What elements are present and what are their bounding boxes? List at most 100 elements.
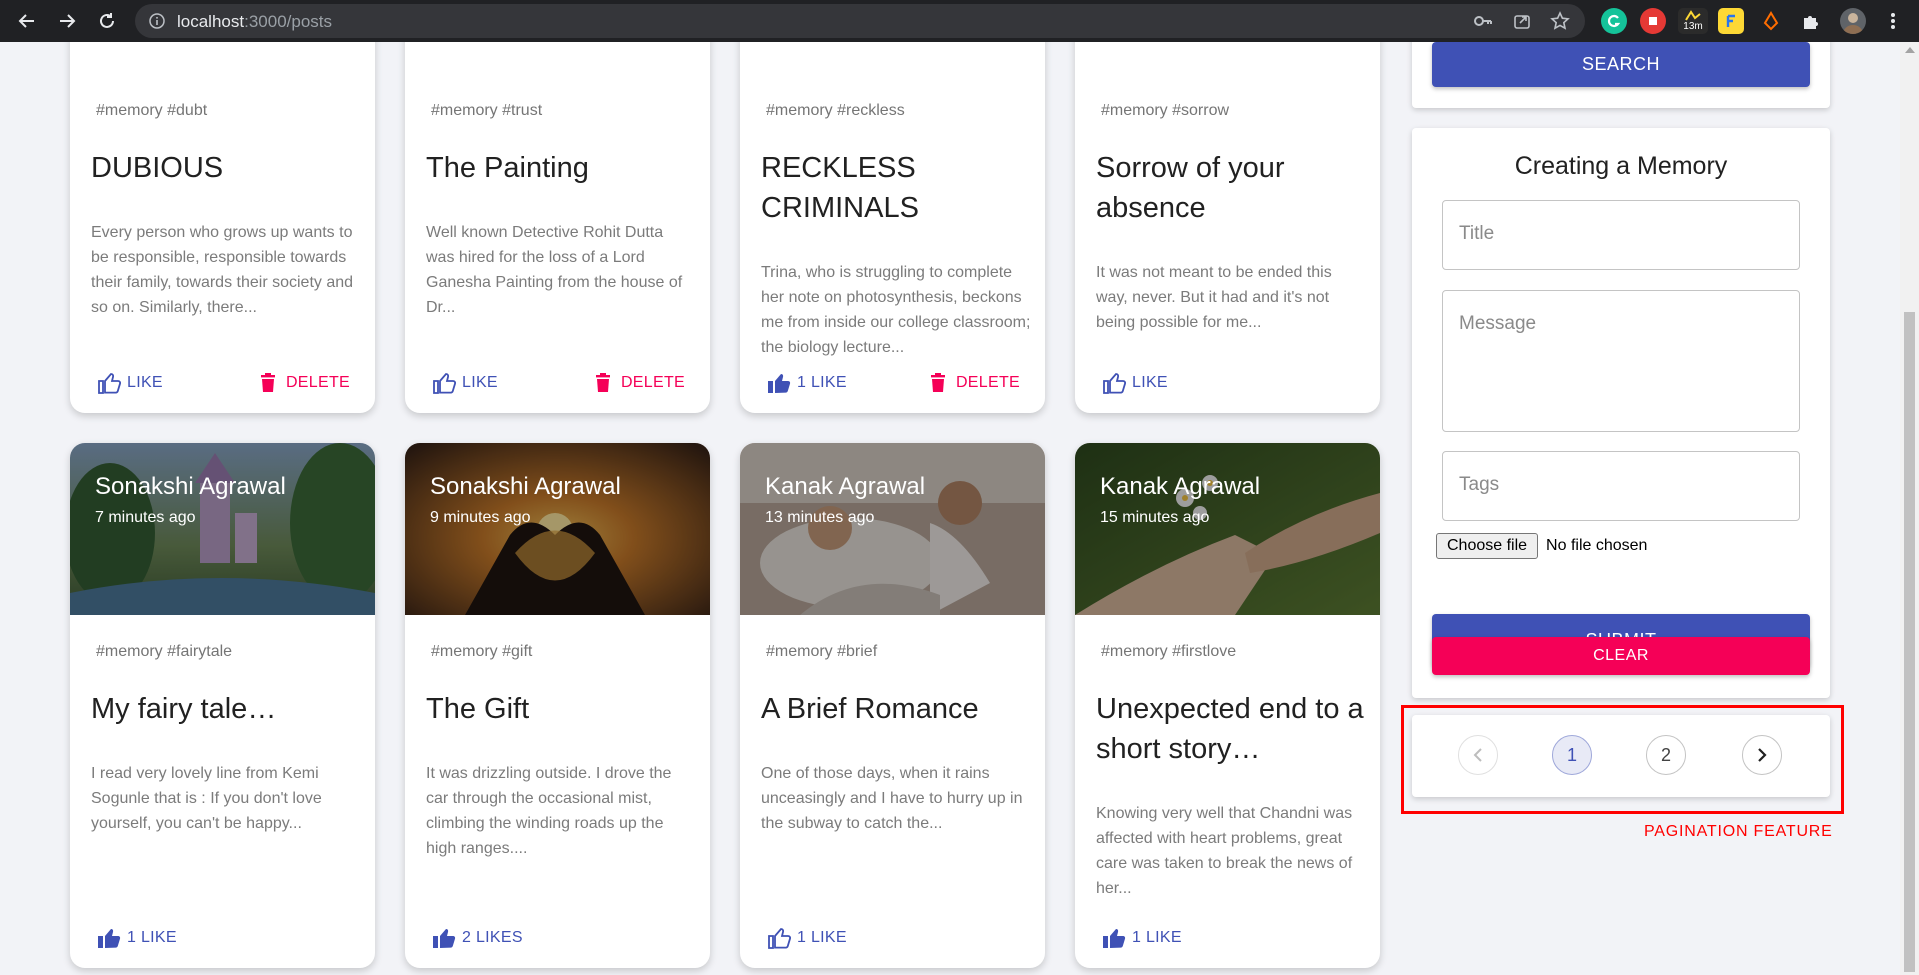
post-tags: #memory #brief xyxy=(766,643,878,660)
post-title: DUBIOUS xyxy=(91,152,224,184)
post-card: Sonakshi Agrawal 9 minutes ago #memory #… xyxy=(405,443,710,968)
like-button[interactable]: 1 LIKE xyxy=(97,923,177,953)
post-actions: 1 LIKE DELETE xyxy=(740,368,1045,398)
trash-icon xyxy=(930,373,945,392)
memory-form: Creating a Memory Title Message Tags SUB… xyxy=(1412,128,1830,698)
title-field[interactable]: Title xyxy=(1442,200,1800,270)
post-tags: #memory #gift xyxy=(431,643,533,660)
post-time: 9 minutes ago xyxy=(430,509,531,526)
thumb-up-outline-icon xyxy=(768,928,791,949)
like-button[interactable]: 1 LIKE xyxy=(767,923,847,953)
scrollbar[interactable] xyxy=(1900,42,1919,975)
share-icon[interactable] xyxy=(1512,11,1532,31)
thumb-up-outline-icon xyxy=(1103,373,1126,394)
like-button[interactable]: 1 LIKE xyxy=(1102,923,1182,953)
menu-kebab-icon[interactable] xyxy=(1880,8,1906,34)
post-card: #memory #reckless RECKLESS CRIMINALS Tri… xyxy=(740,42,1045,413)
forward-button[interactable] xyxy=(48,0,86,42)
browser-toolbar: localhost:3000/posts 13m xyxy=(0,0,1919,42)
post-card: Kanak Agrawal 15 minutes ago #memory #fi… xyxy=(1075,443,1380,968)
post-title: RECKLESS CRIMINALS xyxy=(761,152,919,224)
post-message: One of those days, when it rains unceasi… xyxy=(761,765,1023,832)
reload-icon xyxy=(100,13,114,28)
scrollbar-thumb[interactable] xyxy=(1904,312,1915,972)
post-tags: #memory #trust xyxy=(431,102,543,119)
thumb-up-filled-icon xyxy=(768,374,791,393)
extension-a-icon[interactable] xyxy=(1758,8,1784,34)
post-image xyxy=(70,443,375,615)
extensions-puzzle-icon[interactable] xyxy=(1798,8,1824,34)
post-time: 15 minutes ago xyxy=(1100,509,1210,526)
post-actions: LIKE xyxy=(1075,368,1380,398)
info-icon xyxy=(149,13,165,29)
post-actions: 1 LIKE xyxy=(1075,923,1380,953)
thumb-up-outline-icon xyxy=(433,373,456,394)
star-icon[interactable] xyxy=(1550,11,1570,31)
post-time: 7 minutes ago xyxy=(95,509,196,526)
arrow-left-icon xyxy=(18,14,34,28)
post-message: Trina, who is struggling to complete her… xyxy=(761,264,1031,356)
post-tags: #memory #reckless xyxy=(766,102,905,119)
post-tags: #memory #sorrow xyxy=(1101,102,1230,119)
choose-file-button[interactable]: Choose file xyxy=(1436,533,1539,559)
post-creator: Sonakshi Agrawal xyxy=(95,473,286,500)
post-actions: 1 LIKE xyxy=(740,923,1045,953)
post-tags: #memory #firstlove xyxy=(1101,643,1237,660)
annotation-label: PAGINATION FEATURE xyxy=(1644,823,1833,840)
url-text: localhost:3000/posts xyxy=(177,12,333,31)
post-creator: Sonakshi Agrawal xyxy=(430,473,621,500)
scroll-up-arrow-icon[interactable] xyxy=(1905,47,1915,53)
delete-button[interactable]: DELETE xyxy=(595,368,685,398)
post-message: It was not meant to be ended this way, n… xyxy=(1096,264,1332,331)
form-heading: Creating a Memory xyxy=(1514,152,1728,180)
post-message: I read very lovely line from Kemi Sogunl… xyxy=(91,765,322,832)
thumb-up-filled-icon xyxy=(433,929,456,948)
post-creator: Kanak Agrawal xyxy=(1100,473,1261,500)
profile-avatar[interactable] xyxy=(1840,8,1866,34)
arrow-right-icon xyxy=(60,14,76,28)
clear-button[interactable]: CLEAR xyxy=(1432,637,1810,675)
post-tags: #memory #dubt xyxy=(96,102,208,119)
back-button[interactable] xyxy=(8,0,46,42)
message-field[interactable]: Message xyxy=(1442,290,1800,432)
like-button[interactable]: LIKE xyxy=(432,368,498,398)
trash-icon xyxy=(595,373,610,392)
key-icon[interactable] xyxy=(1473,11,1493,31)
post-title: A Brief Romance xyxy=(761,693,979,725)
flipkart-icon[interactable] xyxy=(1718,8,1744,34)
post-image xyxy=(740,443,1045,615)
trash-icon xyxy=(260,373,275,392)
thumb-up-filled-icon xyxy=(1103,929,1126,948)
post-actions: 1 LIKE xyxy=(70,923,375,953)
post-card: Kanak Agrawal 13 minutes ago #memory #br… xyxy=(740,443,1045,968)
post-message: Well known Detective Rohit Dutta was hir… xyxy=(426,224,683,316)
post-image xyxy=(405,443,710,615)
address-bar[interactable]: localhost:3000/posts xyxy=(135,4,1585,38)
delete-button[interactable]: DELETE xyxy=(260,368,350,398)
like-button[interactable]: 2 LIKES xyxy=(432,923,523,953)
search-button[interactable]: SEARCH xyxy=(1432,42,1810,87)
like-button[interactable]: LIKE xyxy=(97,368,163,398)
thumb-up-filled-icon xyxy=(98,929,121,948)
file-status: No file chosen xyxy=(1546,537,1648,554)
post-image xyxy=(1075,443,1380,615)
like-button[interactable]: LIKE xyxy=(1102,368,1168,398)
post-title: Unexpected end to a short story… xyxy=(1096,693,1364,765)
post-actions: LIKE DELETE xyxy=(405,368,710,398)
tags-field[interactable]: Tags xyxy=(1442,451,1800,521)
adblock-icon[interactable] xyxy=(1640,8,1666,34)
post-message: Knowing very well that Chandni was affec… xyxy=(1096,805,1353,897)
grammarly-icon[interactable] xyxy=(1601,8,1627,34)
timer-extension-icon[interactable]: 13m xyxy=(1678,8,1708,34)
page-viewport: #memory #dubt DUBIOUS Every person who g… xyxy=(0,42,1900,975)
reload-button[interactable] xyxy=(88,0,126,42)
delete-button[interactable]: DELETE xyxy=(930,368,1020,398)
post-card: #memory #trust The Painting Well known D… xyxy=(405,42,710,413)
post-tags: #memory #fairytale xyxy=(96,643,233,660)
post-actions: LIKE DELETE xyxy=(70,368,375,398)
annotation-highlight-box xyxy=(1401,705,1844,814)
post-creator: Kanak Agrawal xyxy=(765,473,926,500)
file-input: Choose file No file chosen xyxy=(1436,533,1647,559)
like-button[interactable]: 1 LIKE xyxy=(767,368,847,398)
post-card: Sonakshi Agrawal 7 minutes ago #memory #… xyxy=(70,443,375,968)
